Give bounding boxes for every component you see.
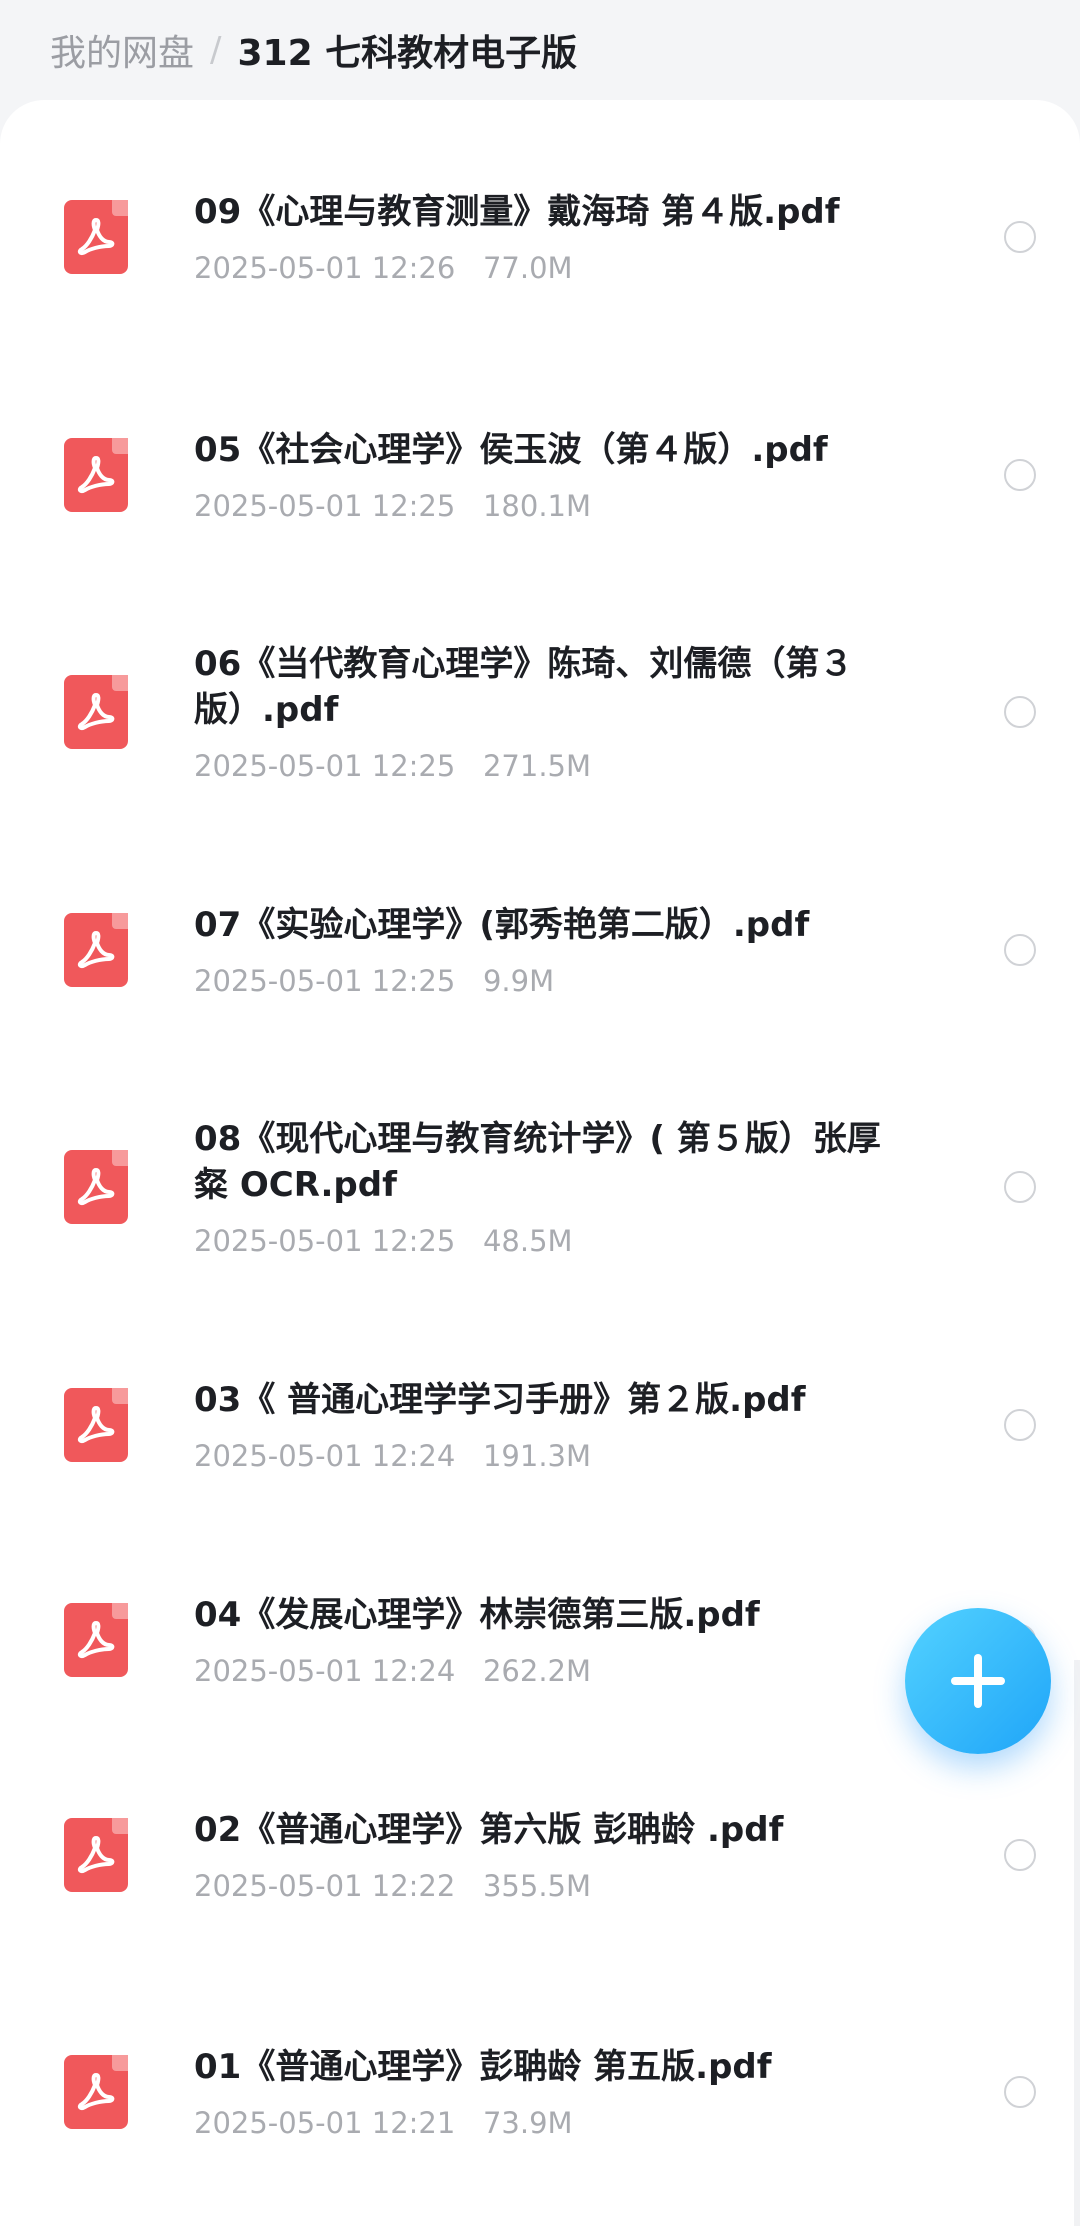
file-name: 01《普通心理学》彭聃龄 第五版.pdf bbox=[194, 2047, 772, 2087]
file-row[interactable]: 09《心理与教育测量》戴海琦 第４版.pdf 2025-05-01 12:26 7… bbox=[0, 137, 1080, 337]
file-name: 09《心理与教育测量》戴海琦 第４版.pdf bbox=[194, 192, 840, 232]
file-text: 07《实验心理学》(郭秀艳第二版）.pdf 2025-05-01 12:25 9.… bbox=[194, 902, 894, 998]
scrollbar-track[interactable] bbox=[1074, 1660, 1080, 2226]
file-size: 355.5M bbox=[482, 1869, 592, 1903]
pdf-file-icon bbox=[64, 1388, 128, 1462]
select-checkbox[interactable] bbox=[1004, 459, 1036, 491]
file-date: 2025-05-01 12:25 bbox=[194, 489, 456, 523]
select-checkbox[interactable] bbox=[1004, 1171, 1036, 1203]
file-date: 2025-05-01 12:22 bbox=[194, 1869, 456, 1903]
file-size: 271.5M bbox=[482, 749, 592, 783]
file-list: 09《心理与教育测量》戴海琦 第４版.pdf 2025-05-01 12:26 7… bbox=[0, 100, 1080, 2226]
file-row[interactable]: 05《社会心理学》侯玉波（第４版）.pdf 2025-05-01 12:25 18… bbox=[0, 375, 1080, 575]
pdf-file-icon bbox=[64, 675, 128, 749]
file-date: 2025-05-01 12:21 bbox=[194, 2106, 456, 2140]
file-text: 09《心理与教育测量》戴海琦 第４版.pdf 2025-05-01 12:26 7… bbox=[194, 189, 894, 285]
select-checkbox[interactable] bbox=[1004, 1409, 1036, 1441]
file-meta: 2025-05-01 12:25 9.9M bbox=[194, 964, 894, 998]
file-meta: 2025-05-01 12:21 73.9M bbox=[194, 2106, 894, 2140]
file-text: 06《当代教育心理学》陈琦、刘儒德（第３版）.pdf 2025-05-01 12:… bbox=[194, 641, 894, 783]
file-row[interactable]: 01《普通心理学》彭聃龄 第五版.pdf 2025-05-01 12:21 73.… bbox=[0, 1992, 1080, 2192]
file-text: 08《现代心理与教育统计学》( 第５版）张厚粲 OCR.pdf 2025-05-0… bbox=[194, 1116, 894, 1258]
file-text: 04《发展心理学》林崇德第三版.pdf 2025-05-01 12:24 262.… bbox=[194, 1592, 894, 1688]
file-date: 2025-05-01 12:25 bbox=[194, 749, 456, 783]
select-checkbox[interactable] bbox=[1004, 2076, 1036, 2108]
file-row[interactable]: 03《 普通心理学学习手册》第２版.pdf 2025-05-01 12:24 19… bbox=[0, 1325, 1080, 1525]
file-text: 01《普通心理学》彭聃龄 第五版.pdf 2025-05-01 12:21 73.… bbox=[194, 2044, 894, 2140]
pdf-file-icon bbox=[64, 913, 128, 987]
file-size: 48.5M bbox=[482, 1224, 573, 1258]
file-row[interactable]: 06《当代教育心理学》陈琦、刘儒德（第３版）.pdf 2025-05-01 12:… bbox=[0, 612, 1080, 812]
pdf-file-icon bbox=[64, 438, 128, 512]
breadcrumb-current-folder: 312 七科教材电子版 bbox=[237, 33, 578, 74]
breadcrumb: 我的网盘 / 312 七科教材电子版 bbox=[0, 0, 1080, 100]
file-name: 02《普通心理学》第六版 彭聃龄 .pdf bbox=[194, 1810, 784, 1850]
file-meta: 2025-05-01 12:25 180.1M bbox=[194, 489, 894, 523]
file-size: 9.9M bbox=[482, 964, 555, 998]
file-name: 05《社会心理学》侯玉波（第４版）.pdf bbox=[194, 430, 828, 470]
file-name: 06《当代教育心理学》陈琦、刘儒德（第３版）.pdf bbox=[194, 644, 854, 730]
file-size: 262.2M bbox=[482, 1654, 592, 1688]
file-date: 2025-05-01 12:25 bbox=[194, 1224, 456, 1258]
file-date: 2025-05-01 12:24 bbox=[194, 1654, 456, 1688]
pdf-file-icon bbox=[64, 200, 128, 274]
file-meta: 2025-05-01 12:25 271.5M bbox=[194, 749, 894, 783]
file-size: 191.3M bbox=[482, 1439, 592, 1473]
file-size: 77.0M bbox=[482, 251, 573, 285]
file-row[interactable]: 02《普通心理学》第六版 彭聃龄 .pdf 2025-05-01 12:22 35… bbox=[0, 1755, 1080, 1955]
file-name: 07《实验心理学》(郭秀艳第二版）.pdf bbox=[194, 905, 810, 945]
pdf-file-icon bbox=[64, 2055, 128, 2129]
file-name: 04《发展心理学》林崇德第三版.pdf bbox=[194, 1595, 760, 1635]
select-checkbox[interactable] bbox=[1004, 1839, 1036, 1871]
pdf-file-icon bbox=[64, 1818, 128, 1892]
file-list-panel: 09《心理与教育测量》戴海琦 第４版.pdf 2025-05-01 12:26 7… bbox=[0, 100, 1080, 2226]
breadcrumb-separator: / bbox=[210, 30, 222, 70]
breadcrumb-root[interactable]: 我的网盘 bbox=[50, 24, 194, 76]
file-row[interactable]: 07《实验心理学》(郭秀艳第二版）.pdf 2025-05-01 12:25 9.… bbox=[0, 850, 1080, 1050]
select-checkbox[interactable] bbox=[1004, 696, 1036, 728]
file-row[interactable]: 08《现代心理与教育统计学》( 第５版）张厚粲 OCR.pdf 2025-05-0… bbox=[0, 1087, 1080, 1287]
file-date: 2025-05-01 12:26 bbox=[194, 251, 456, 285]
file-meta: 2025-05-01 12:25 48.5M bbox=[194, 1224, 894, 1258]
pdf-file-icon bbox=[64, 1150, 128, 1224]
file-meta: 2025-05-01 12:24 262.2M bbox=[194, 1654, 894, 1688]
add-button[interactable] bbox=[905, 1608, 1051, 1754]
file-date: 2025-05-01 12:24 bbox=[194, 1439, 456, 1473]
file-size: 73.9M bbox=[482, 2106, 573, 2140]
file-name: 08《现代心理与教育统计学》( 第５版）张厚粲 OCR.pdf bbox=[194, 1119, 881, 1205]
file-meta: 2025-05-01 12:22 355.5M bbox=[194, 1869, 894, 1903]
file-text: 03《 普通心理学学习手册》第２版.pdf 2025-05-01 12:24 19… bbox=[194, 1377, 894, 1473]
pdf-file-icon bbox=[64, 1603, 128, 1677]
file-meta: 2025-05-01 12:26 77.0M bbox=[194, 251, 894, 285]
file-meta: 2025-05-01 12:24 191.3M bbox=[194, 1439, 894, 1473]
file-size: 180.1M bbox=[482, 489, 592, 523]
select-checkbox[interactable] bbox=[1004, 934, 1036, 966]
file-name: 03《 普通心理学学习手册》第２版.pdf bbox=[194, 1380, 806, 1420]
file-date: 2025-05-01 12:25 bbox=[194, 964, 456, 998]
file-text: 02《普通心理学》第六版 彭聃龄 .pdf 2025-05-01 12:22 35… bbox=[194, 1807, 894, 1903]
select-checkbox[interactable] bbox=[1004, 221, 1036, 253]
file-text: 05《社会心理学》侯玉波（第４版）.pdf 2025-05-01 12:25 18… bbox=[194, 427, 894, 523]
